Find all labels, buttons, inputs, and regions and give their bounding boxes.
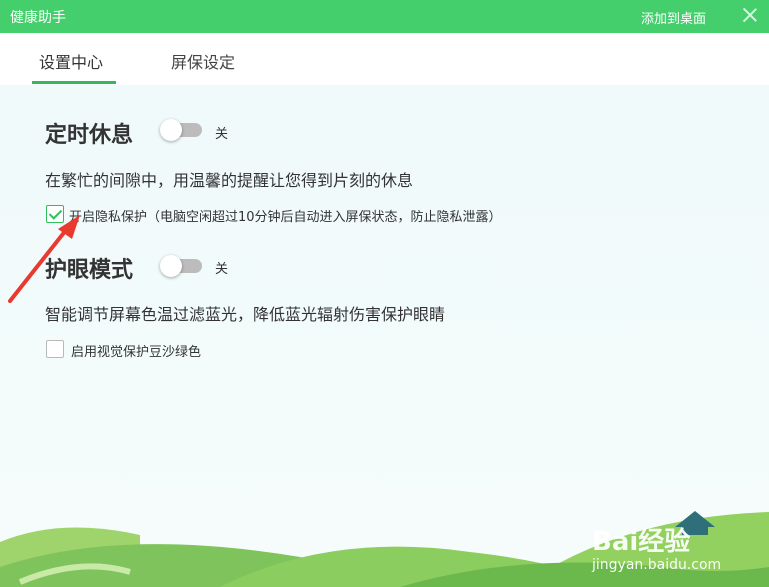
privacy-protection-checkbox[interactable] bbox=[46, 205, 64, 223]
eye-care-toggle[interactable] bbox=[160, 255, 204, 277]
watermark-url: jingyan.baidu.com bbox=[592, 557, 722, 573]
add-to-desktop-button[interactable]: 添加到桌面 bbox=[641, 8, 706, 27]
tab-screensaver-settings[interactable]: 屏保设定 bbox=[171, 49, 235, 73]
active-tab-indicator bbox=[32, 81, 116, 84]
tab-settings-center[interactable]: 设置中心 bbox=[39, 49, 103, 73]
timed-rest-title: 定时休息 bbox=[45, 123, 134, 148]
eye-care-toggle-state: 关 bbox=[215, 262, 229, 277]
timed-rest-toggle[interactable] bbox=[160, 119, 204, 141]
bean-green-label: 启用视觉保护豆沙绿色 bbox=[71, 345, 202, 360]
timed-rest-description: 在繁忙的间隙中，用温馨的提醒让您得到片刻的休息 bbox=[45, 171, 414, 190]
timed-rest-toggle-state: 关 bbox=[215, 127, 229, 142]
bean-green-checkbox[interactable] bbox=[46, 340, 64, 358]
baidu-jingyan-watermark: Bai经验 jingyan.baidu.com bbox=[590, 505, 765, 585]
eye-care-title: 护眼模式 bbox=[45, 258, 134, 283]
title-bar: 健康助手 添加到桌面 bbox=[0, 0, 769, 33]
toggle-knob bbox=[160, 119, 182, 141]
eye-care-description: 智能调节屏幕色温过滤蓝光，降低蓝光辐射伤害保护眼睛 bbox=[45, 305, 446, 324]
privacy-protection-label: 开启隐私保护（电脑空闲超过10分钟后自动进入屏保状态，防止隐私泄露） bbox=[69, 210, 502, 225]
watermark-brand: Bai经验 bbox=[592, 527, 691, 557]
tab-bar: 设置中心 屏保设定 bbox=[0, 33, 769, 85]
toggle-knob bbox=[160, 255, 182, 277]
app-title: 健康助手 bbox=[10, 10, 66, 26]
close-icon[interactable] bbox=[740, 5, 760, 25]
